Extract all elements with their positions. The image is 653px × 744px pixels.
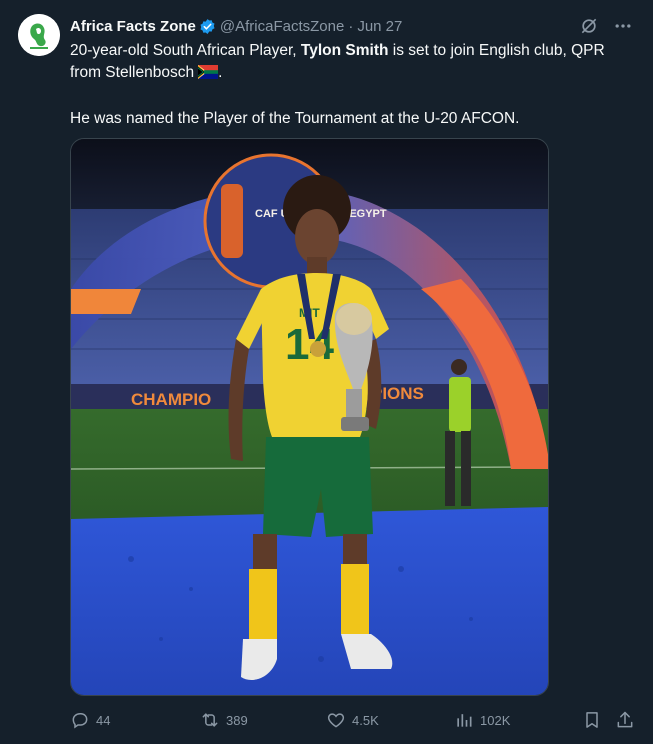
author-avatar[interactable] (18, 14, 60, 56)
views-button[interactable]: 102K (454, 710, 510, 730)
like-button[interactable]: 4.5K (326, 710, 379, 730)
share-button[interactable] (615, 710, 635, 730)
reply-button[interactable]: 44 (70, 710, 110, 730)
player-name: Tylon Smith (300, 42, 389, 59)
views-icon (457, 714, 472, 727)
like-count: 4.5K (352, 712, 379, 728)
views-count: 102K (480, 712, 511, 728)
post-text-para2: He was named the Player of the Tournamen… (70, 110, 520, 127)
verified-badge-icon (199, 18, 216, 35)
post-text: 20-year-old South African Player, Tylon … (70, 40, 630, 130)
repost-count: 389 (226, 712, 248, 728)
post-date[interactable]: Jun 27 (357, 18, 402, 35)
bookmark-icon (586, 712, 598, 728)
author-name[interactable]: Africa Facts Zone (70, 18, 196, 35)
post-text-para1: 20-year-old South African Player, Tylon … (70, 40, 630, 86)
separator: · (348, 17, 354, 35)
trophy-celebration-photo: CHAMPIO PIONS CAF U-20 AFCON EGYPT (71, 139, 548, 695)
author-handle[interactable]: @AfricaFactsZone (220, 18, 344, 35)
post-image[interactable]: CHAMPIO PIONS CAF U-20 AFCON EGYPT (70, 138, 549, 696)
grok-icon[interactable] (579, 16, 599, 36)
action-bar: 44 389 4.5K 102K (70, 708, 640, 734)
more-options-icon[interactable] (613, 16, 633, 36)
reply-icon (72, 713, 88, 729)
board-text-left: CHAMPIO (131, 390, 211, 409)
heart-icon (327, 713, 345, 728)
repost-button[interactable]: 389 (200, 710, 248, 730)
bookmark-button[interactable] (582, 710, 602, 730)
repost-icon (202, 713, 218, 727)
text-pre: 20-year-old South African Player, (70, 42, 301, 59)
post-header: Africa Facts Zone @AfricaFactsZone · Jun… (70, 16, 633, 36)
south-africa-flag-icon (198, 64, 219, 86)
africa-facts-logo-icon (18, 14, 60, 56)
reply-count: 44 (96, 712, 111, 728)
share-icon (617, 711, 633, 728)
